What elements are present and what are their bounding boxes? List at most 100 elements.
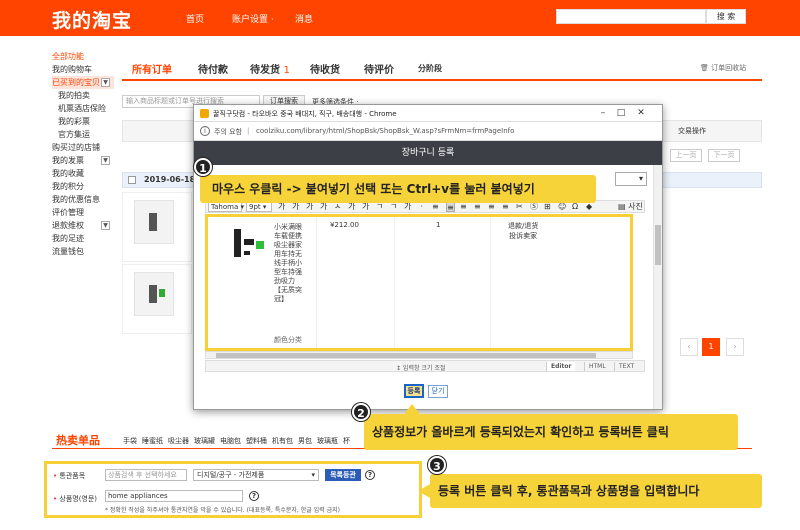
toolbar-button[interactable]: ≡ — [460, 202, 467, 212]
toolbar-button[interactable]: ◆ — [586, 202, 592, 212]
expand-icon[interactable]: ▼ — [101, 156, 110, 165]
toolbar-button[interactable]: ≡ — [446, 202, 455, 212]
sidebar-item[interactable]: 购买过的店铺 — [52, 141, 114, 154]
toolbar-button[interactable]: 가 — [348, 202, 355, 212]
tab-html-mode[interactable]: HTML — [584, 362, 610, 371]
search-input[interactable] — [556, 9, 706, 24]
hot-item-link[interactable]: 男包 — [298, 437, 312, 445]
font-select[interactable]: Tahoma ▾ — [208, 202, 244, 212]
order-checkbox[interactable] — [128, 176, 136, 184]
sidebar-item[interactable]: 我的足迹 — [52, 232, 114, 245]
close-icon[interactable]: ✕ — [634, 107, 648, 119]
tab-text-mode[interactable]: TEXT — [614, 362, 638, 371]
sidebar-item[interactable]: 我的收藏 — [52, 167, 114, 180]
popup-url[interactable]: coolziku.com/library/html/ShopBsk/ShopBs… — [256, 127, 514, 135]
size-select[interactable]: 9pt ▾ — [246, 202, 272, 212]
nav-messages[interactable]: 消息 — [295, 12, 313, 25]
toolbar-button[interactable]: ⊞ — [544, 202, 551, 212]
sidebar-item[interactable]: 机票酒店保险 — [52, 102, 114, 115]
toolbar-button[interactable]: ㆍ — [418, 202, 425, 212]
sidebar-item[interactable]: 我的彩票 — [52, 115, 114, 128]
sidebar-item[interactable]: 评价管理 — [52, 206, 114, 219]
expand-icon[interactable]: ▼ — [101, 221, 110, 230]
search-button[interactable]: 搜 索 — [706, 9, 746, 24]
sidebar-item[interactable]: 我的优惠信息 — [52, 193, 114, 206]
editor-scrollbar-thumb[interactable] — [216, 353, 596, 358]
info-icon[interactable]: i — [200, 126, 210, 136]
nav-home[interactable]: 首页 — [186, 12, 204, 25]
toolbar-button[interactable]: 가 — [404, 202, 411, 212]
sidebar-item[interactable]: 我的购物车 — [52, 63, 114, 76]
page-current[interactable]: 1 — [702, 338, 720, 356]
hot-item-link[interactable]: 睡蜜纸 — [142, 437, 163, 445]
popup-scrollbar-thumb[interactable] — [655, 225, 661, 265]
toolbar-button[interactable]: 가 — [362, 202, 369, 212]
toolbar-button[interactable]: Ⓢ — [530, 202, 538, 212]
help-icon[interactable]: ? — [249, 491, 259, 501]
toolbar-button[interactable]: ㅅ — [334, 202, 341, 212]
toolbar-button[interactable]: 가 — [306, 202, 313, 212]
product-thumbnail[interactable] — [134, 200, 174, 244]
hot-item-link[interactable]: 杯 — [343, 437, 350, 445]
nav-account-settings[interactable]: 账户设置 · — [232, 12, 274, 25]
toolbar-button[interactable]: ≡ — [432, 202, 439, 212]
sidebar-item[interactable]: 退款维权 ▼ — [52, 219, 114, 232]
toolbar-button[interactable]: 가 — [320, 202, 327, 212]
tab-unshipped[interactable]: 待发货 1 — [250, 61, 290, 76]
hot-item-link[interactable]: 电脑包 — [220, 437, 241, 445]
help-icon[interactable]: ? — [365, 470, 375, 480]
sidebar-item[interactable]: 我的发票 ▼ — [52, 154, 114, 167]
hot-item-link[interactable]: 手袋 — [123, 437, 137, 445]
toolbar-button[interactable]: 가 — [292, 202, 299, 212]
tab-unrated[interactable]: 待评价 — [364, 61, 394, 76]
tab-installment[interactable]: 分阶段 — [418, 63, 442, 74]
next-page-button[interactable]: 下一页 — [708, 149, 740, 162]
recycle-bin-link[interactable]: 🗑 订单回收站 — [700, 63, 746, 73]
minimize-icon[interactable]: – — [596, 107, 610, 119]
register-button[interactable]: 등록 — [404, 384, 424, 398]
logo[interactable]: 我的淘宝 — [52, 6, 132, 33]
toolbar-button[interactable]: ≡ — [474, 202, 481, 212]
customs-search-input[interactable]: 상품검색 후 선택하세요 — [105, 469, 187, 481]
security-warning[interactable]: 주의 요함 — [214, 127, 242, 137]
toolbar-button[interactable]: ≡ — [488, 202, 495, 212]
sidebar-item[interactable]: 我的拍卖 — [52, 89, 114, 102]
hot-item-link[interactable]: 玻璃罐 — [194, 437, 215, 445]
product-thumbnail[interactable] — [134, 272, 174, 316]
photo-button[interactable]: ▤ 사진 — [618, 202, 643, 212]
sidebar-item[interactable]: 我的积分 — [52, 180, 114, 193]
sidebar-item[interactable]: 全部功能 — [52, 50, 114, 63]
maximize-icon[interactable]: □ — [614, 107, 628, 119]
hot-item-link[interactable]: 塑料桶 — [246, 437, 267, 445]
editor-horizontal-scrollbar[interactable] — [205, 351, 633, 359]
toolbar-button[interactable]: Ω — [572, 202, 578, 212]
sidebar-item[interactable]: 官方集运 — [52, 128, 114, 141]
tab-unpaid[interactable]: 待付款 — [198, 61, 228, 76]
toolbar-button[interactable]: ✂ — [516, 202, 523, 212]
customs-list-button[interactable]: 목록등관 — [325, 469, 361, 481]
sidebar-item[interactable]: 流量钱包 — [52, 245, 114, 258]
resize-handle[interactable]: ↕ 입력창 크기 조절 — [396, 363, 445, 372]
hot-item-link[interactable]: 机有包 — [272, 437, 293, 445]
prev-page-button[interactable]: 上一页 — [670, 149, 702, 162]
toolbar-button[interactable]: ☺ — [558, 202, 566, 212]
popup-scrollbar[interactable] — [653, 165, 662, 409]
editor-paste-area[interactable]: 小米满眼车载便携吸尘器家用车持无线手柄小型车持强劲吸力【无质突冠】 颜色分类 ¥… — [205, 214, 633, 351]
tab-editor-mode[interactable]: Editor — [546, 362, 576, 371]
hot-item-link[interactable]: 玻璃瓶 — [317, 437, 338, 445]
close-button[interactable]: 닫기 — [428, 385, 448, 398]
toolbar-button[interactable]: ≡ — [502, 202, 509, 212]
page-prev-arrow[interactable]: ‹ — [680, 338, 698, 356]
page-next-arrow[interactable]: › — [726, 338, 744, 356]
product-name-input[interactable]: home appliances — [105, 490, 243, 502]
background-select[interactable]: ▾ — [615, 172, 647, 186]
tab-all-orders[interactable]: 所有订单 — [132, 61, 172, 76]
hot-item-link[interactable]: 吸尘器 — [168, 437, 189, 445]
tab-unreceived[interactable]: 待收货 — [310, 61, 340, 76]
sidebar-item[interactable]: 已买到的宝贝 ▼ — [52, 76, 114, 89]
toolbar-button[interactable]: ㄱ — [390, 202, 397, 212]
expand-icon[interactable]: ▼ — [101, 78, 110, 87]
toolbar-button[interactable]: ㄱ — [376, 202, 383, 212]
customs-category-select[interactable]: 디지털/공구 - 가전제품 ▾ — [193, 469, 319, 481]
toolbar-button[interactable]: 가 — [278, 202, 285, 212]
